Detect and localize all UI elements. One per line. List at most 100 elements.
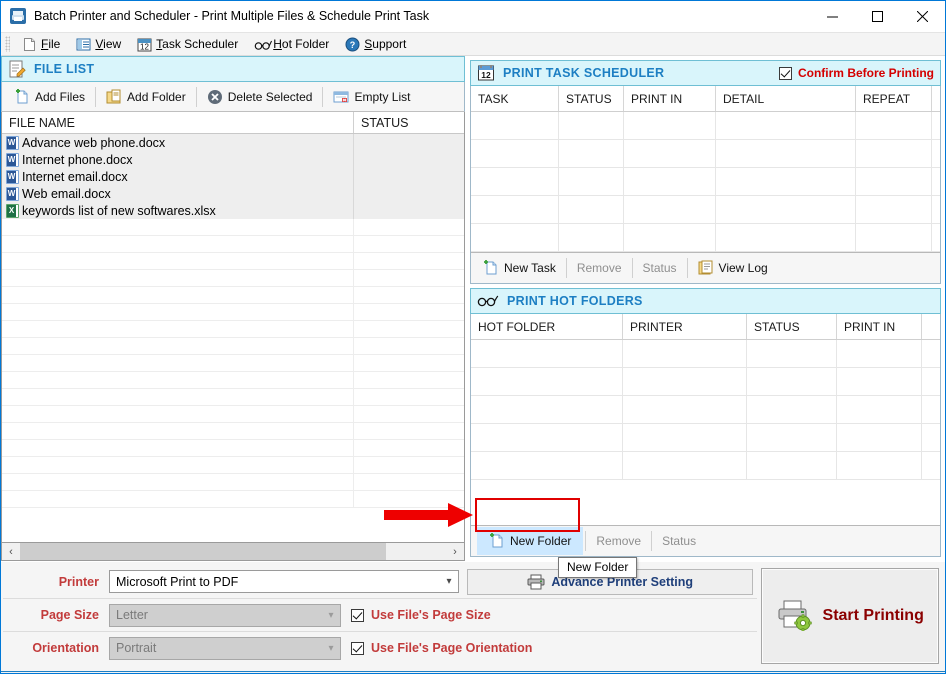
file-list-empty-row[interactable]: [2, 304, 464, 321]
file-list-empty-row[interactable]: [2, 338, 464, 355]
scroll-left-icon[interactable]: ‹: [2, 543, 20, 560]
close-button[interactable]: [900, 1, 945, 32]
scroll-right-icon[interactable]: ›: [446, 543, 464, 560]
confirm-checkbox-box[interactable]: [779, 67, 792, 80]
file-list-empty-row[interactable]: [2, 236, 464, 253]
grid-empty-row[interactable]: [471, 196, 940, 224]
file-list-empty-row[interactable]: [2, 457, 464, 474]
column-task[interactable]: TASK: [471, 86, 559, 111]
file-list-row[interactable]: Internet phone.docx: [2, 151, 464, 168]
file-list-empty-row[interactable]: [2, 406, 464, 423]
grid-empty-cell: [856, 224, 932, 251]
file-list-rows: Advance web phone.docxInternet phone.doc…: [2, 134, 464, 508]
file-list-hscrollbar[interactable]: ‹ ›: [1, 543, 465, 561]
scheduler-grid[interactable]: TASK STATUS PRINT IN DETAIL REPEAT: [471, 86, 940, 253]
file-list-empty-row[interactable]: [2, 440, 464, 457]
hot-folders-grid[interactable]: HOT FOLDER PRINTER STATUS PRINT IN: [471, 314, 940, 526]
scheduler-body: TASK STATUS PRINT IN DETAIL REPEAT: [470, 86, 941, 284]
scroll-thumb[interactable]: [20, 543, 386, 560]
column-hot-folder[interactable]: HOT FOLDER: [471, 314, 623, 339]
file-list-row[interactable]: Internet email.docx: [2, 168, 464, 185]
page-size-select[interactable]: Letter ▾: [109, 604, 341, 627]
task-status-button[interactable]: Status: [635, 255, 685, 281]
file-list-row[interactable]: Advance web phone.docx: [2, 134, 464, 151]
use-file-orientation-checkbox[interactable]: Use File's Page Orientation: [351, 641, 532, 655]
empty-cell: [2, 406, 354, 423]
new-task-label: New Task: [504, 261, 556, 275]
grid-empty-row[interactable]: [471, 112, 940, 140]
grid-empty-cell: [922, 424, 940, 451]
orientation-select[interactable]: Portrait ▾: [109, 637, 341, 660]
use-file-page-size-checkbox[interactable]: Use File's Page Size: [351, 608, 491, 622]
chevron-down-icon: ▾: [440, 576, 458, 587]
empty-list-button[interactable]: Empty List: [325, 84, 418, 110]
column-status[interactable]: STATUS: [747, 314, 837, 339]
new-folder-button[interactable]: New Folder: [477, 527, 583, 555]
grid-empty-row[interactable]: [471, 168, 940, 196]
view-log-button[interactable]: View Log: [690, 255, 776, 281]
column-status[interactable]: STATUS: [559, 86, 624, 111]
empty-cell: [354, 236, 464, 253]
file-list-empty-row[interactable]: [2, 287, 464, 304]
maximize-button[interactable]: [855, 1, 900, 32]
column-file-name[interactable]: FILE NAME: [2, 112, 354, 133]
file-list-empty-row[interactable]: [2, 253, 464, 270]
grid-empty-row[interactable]: [471, 396, 940, 424]
menu-view[interactable]: View: [68, 33, 129, 55]
remove-task-button[interactable]: Remove: [569, 255, 630, 281]
file-list-grid[interactable]: FILE NAME STATUS Advance web phone.docxI…: [1, 112, 465, 543]
column-print-in[interactable]: PRINT IN: [624, 86, 716, 111]
file-list-empty-row[interactable]: [2, 474, 464, 491]
file-list-row[interactable]: keywords list of new softwares.xlsx: [2, 202, 464, 219]
menu-hot-folder[interactable]: Hot Folder: [246, 33, 337, 55]
file-list-row[interactable]: Web email.docx: [2, 185, 464, 202]
add-files-button[interactable]: Add Files: [6, 84, 93, 110]
grid-empty-cell: [624, 196, 716, 223]
grid-empty-row[interactable]: [471, 140, 940, 168]
column-print-in[interactable]: PRINT IN: [837, 314, 922, 339]
file-list-column-headers: FILE NAME STATUS: [2, 112, 464, 134]
add-folder-button[interactable]: Add Folder: [98, 84, 194, 110]
folder-status-label: Status: [662, 534, 696, 548]
grid-empty-row[interactable]: [471, 224, 940, 252]
title-bar: Batch Printer and Scheduler - Print Mult…: [1, 1, 945, 32]
file-list-empty-row[interactable]: [2, 355, 464, 372]
start-printing-button[interactable]: Start Printing: [761, 568, 939, 664]
column-status[interactable]: STATUS: [354, 112, 464, 133]
new-task-icon: [483, 260, 499, 276]
minimize-button[interactable]: [810, 1, 855, 32]
delete-selected-button[interactable]: Delete Selected: [199, 84, 321, 110]
file-list-empty-row[interactable]: [2, 321, 464, 338]
column-repeat[interactable]: REPEAT: [856, 86, 932, 111]
grid-empty-cell: [559, 140, 624, 167]
new-task-button[interactable]: New Task: [475, 255, 564, 281]
grid-empty-row[interactable]: [471, 424, 940, 452]
grid-empty-row[interactable]: [471, 368, 940, 396]
add-folder-label: Add Folder: [127, 90, 186, 104]
grid-empty-row[interactable]: [471, 452, 940, 480]
folder-status-button[interactable]: Status: [654, 528, 704, 554]
file-icon: [22, 37, 37, 52]
printer-select[interactable]: Microsoft Print to PDF ▾: [109, 570, 459, 593]
file-list-empty-row[interactable]: [2, 270, 464, 287]
scroll-track[interactable]: [20, 543, 446, 560]
file-list-empty-row[interactable]: [2, 219, 464, 236]
file-list-empty-row[interactable]: [2, 389, 464, 406]
file-list-empty-row[interactable]: [2, 372, 464, 389]
grid-empty-cell: [837, 424, 922, 451]
menu-file[interactable]: File: [14, 33, 68, 55]
confirm-before-printing-checkbox[interactable]: Confirm Before Printing: [779, 66, 934, 80]
use-file-page-size-box[interactable]: [351, 609, 364, 622]
menu-support[interactable]: ? Support: [337, 33, 414, 55]
column-detail[interactable]: DETAIL: [716, 86, 856, 111]
file-list-empty-row[interactable]: [2, 423, 464, 440]
remove-folder-button[interactable]: Remove: [588, 528, 649, 554]
file-list-empty-row[interactable]: [2, 491, 464, 508]
grid-empty-row[interactable]: [471, 340, 940, 368]
menu-task-scheduler[interactable]: 12 Task Scheduler: [129, 33, 246, 55]
use-file-orientation-box[interactable]: [351, 642, 364, 655]
column-printer[interactable]: PRINTER: [623, 314, 747, 339]
grid-empty-cell: [922, 396, 940, 423]
svg-text:12: 12: [140, 42, 149, 51]
grid-empty-cell: [471, 340, 623, 367]
